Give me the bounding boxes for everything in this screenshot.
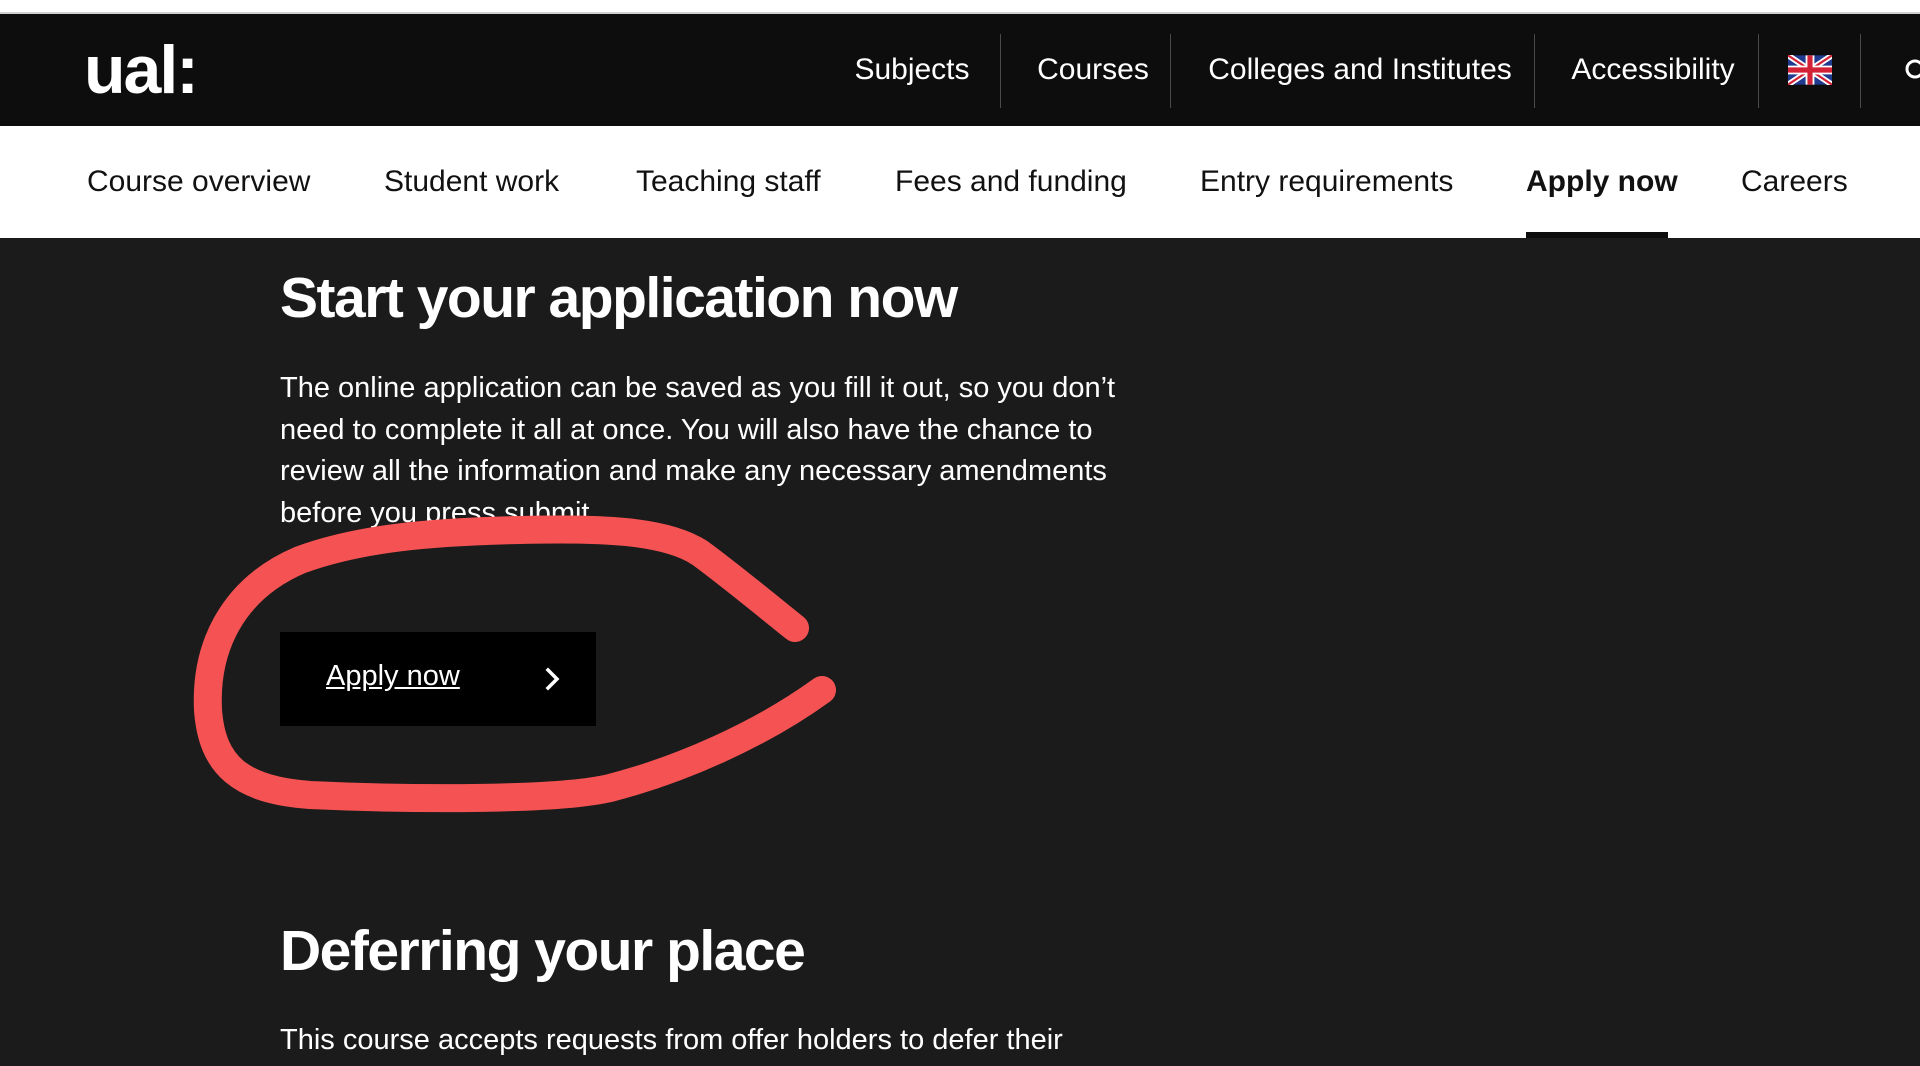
nav-separator bbox=[1534, 34, 1535, 108]
global-header: ual: Subjects Courses Colleges and Insti… bbox=[0, 14, 1920, 126]
language-selector[interactable] bbox=[1760, 14, 1860, 126]
nav-separator bbox=[1000, 34, 1001, 108]
nav-colleges-and-institutes[interactable]: Colleges and Institutes bbox=[1184, 14, 1536, 126]
nav-subjects[interactable]: Subjects bbox=[838, 14, 986, 126]
course-nav: Course overview Student work Teaching st… bbox=[0, 126, 1920, 238]
search-icon[interactable] bbox=[1904, 58, 1920, 84]
tab-fees-and-funding[interactable]: Fees and funding bbox=[895, 126, 1127, 238]
tab-student-work[interactable]: Student work bbox=[384, 126, 559, 238]
global-nav: Subjects Courses Colleges and Institutes… bbox=[0, 14, 1920, 126]
deferring-heading: Deferring your place bbox=[280, 919, 806, 983]
tab-careers[interactable]: Careers bbox=[1741, 126, 1848, 238]
tab-entry-requirements[interactable]: Entry requirements bbox=[1200, 126, 1453, 238]
tab-teaching-staff[interactable]: Teaching staff bbox=[636, 126, 821, 238]
tab-course-overview[interactable]: Course overview bbox=[87, 126, 310, 238]
apply-now-button[interactable]: Apply now bbox=[280, 632, 596, 726]
application-intro-text: The online application can be saved as y… bbox=[280, 372, 1116, 529]
chevron-right-icon bbox=[545, 667, 560, 691]
nav-separator bbox=[1860, 34, 1861, 108]
nav-separator bbox=[1758, 34, 1759, 108]
uk-flag-icon bbox=[1788, 55, 1832, 85]
nav-courses[interactable]: Courses bbox=[1014, 14, 1172, 126]
deferring-text: This course accepts requests from offer … bbox=[280, 1024, 1063, 1056]
browser-top-strip bbox=[0, 0, 1920, 14]
tab-apply-now[interactable]: Apply now bbox=[1526, 126, 1678, 238]
nav-accessibility[interactable]: Accessibility bbox=[1548, 14, 1758, 126]
nav-separator bbox=[1170, 34, 1171, 108]
page-title: Start your application now bbox=[280, 266, 958, 330]
apply-now-label: Apply now bbox=[326, 660, 460, 692]
active-tab-indicator bbox=[1526, 232, 1668, 238]
